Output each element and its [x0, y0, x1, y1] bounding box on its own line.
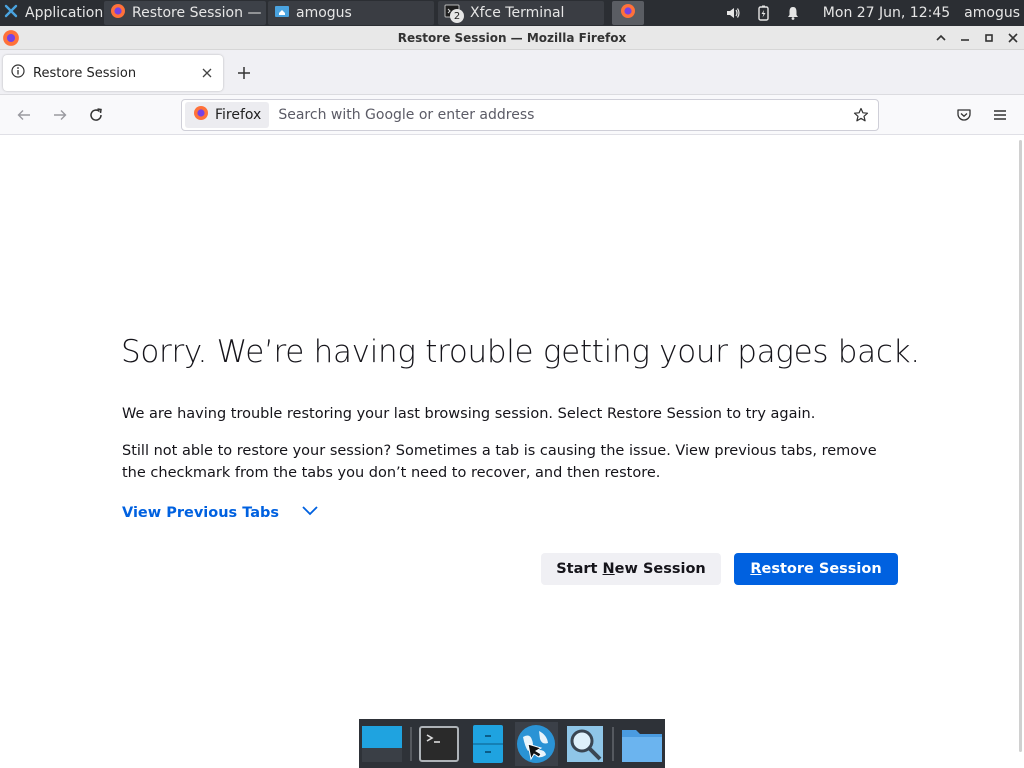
tab-label: Restore Session: [33, 65, 137, 81]
dock-separator: [612, 726, 615, 761]
url-input[interactable]: [278, 107, 849, 123]
view-previous-tabs-toggle[interactable]: View Previous Tabs: [122, 505, 319, 521]
plus-icon: [238, 67, 250, 79]
error-description: We are having trouble restoring your las…: [122, 406, 816, 422]
dock-item-show-desktop[interactable]: [361, 722, 404, 766]
navigation-toolbar: Firefox: [0, 95, 1024, 135]
hamburger-menu-icon: [994, 110, 1006, 120]
system-tray: Mon 27 Jun, 12:45 amogus: [725, 5, 1024, 21]
firefox-icon: [193, 105, 209, 125]
globe-icon: [517, 724, 556, 763]
file-cabinet-icon: [472, 724, 503, 763]
close-icon[interactable]: [1006, 31, 1020, 45]
window-controls: [934, 26, 1020, 50]
magnifier-icon: [567, 725, 604, 762]
volume-icon[interactable]: [725, 5, 741, 21]
taskbar-item-label: Restore Session — ...: [132, 5, 266, 21]
dock-item-search[interactable]: [564, 722, 607, 766]
home-folder-icon: [274, 3, 290, 23]
window-titlebar[interactable]: Restore Session — Mozilla Firefox: [0, 26, 1024, 50]
folder-icon: [621, 729, 662, 762]
dock: [359, 719, 665, 768]
show-desktop-icon: [362, 725, 403, 762]
reload-icon: [90, 108, 102, 121]
notification-bell-icon[interactable]: [785, 5, 801, 21]
user-name[interactable]: amogus: [964, 5, 1020, 21]
error-help-text: Still not able to restore your session? …: [122, 443, 877, 481]
info-icon: [11, 64, 25, 82]
maximize-up-icon[interactable]: [934, 31, 948, 45]
taskbar-item-terminal[interactable]: 2 Xfce Terminal: [438, 1, 604, 25]
tab-restore-session[interactable]: Restore Session: [3, 55, 223, 91]
taskbar-item-label: amogus: [296, 5, 352, 21]
identity-label: Firefox: [215, 107, 262, 123]
back-button[interactable]: [12, 103, 36, 127]
applications-menu-label: Applications: [25, 5, 104, 21]
pocket-icon: [957, 109, 971, 121]
identity-box[interactable]: Firefox: [185, 102, 270, 128]
taskbar-item-amogus[interactable]: amogus: [268, 1, 434, 25]
clock[interactable]: Mon 27 Jun, 12:45: [823, 5, 950, 21]
taskbar-item-firefox[interactable]: Restore Session — ...: [104, 1, 266, 25]
top-panel: Applications Restore Session — ... amogu…: [0, 0, 1024, 26]
tab-close-icon[interactable]: [199, 65, 215, 81]
page-title: Sorry. We’re having trouble getting your…: [121, 334, 920, 370]
terminal-icon: [418, 725, 459, 762]
dock-item-terminal[interactable]: [418, 722, 461, 766]
battery-icon[interactable]: [755, 5, 771, 21]
window-title: Restore Session — Mozilla Firefox: [397, 30, 627, 45]
reload-button[interactable]: [84, 103, 108, 127]
dock-separator: [409, 726, 412, 761]
scrollbar[interactable]: [1019, 140, 1022, 752]
dock-item-web-browser[interactable]: [515, 721, 558, 766]
taskbar-item-firefox-preview[interactable]: [612, 1, 644, 25]
arrow-right-icon: [54, 110, 67, 120]
restore-session-button[interactable]: Restore Session: [734, 553, 898, 585]
bookmark-star-button[interactable]: [849, 103, 873, 127]
firefox-icon: [110, 3, 126, 23]
xfce-logo-icon: [3, 3, 19, 23]
tab-strip: Restore Session: [0, 50, 1024, 95]
applications-menu-button[interactable]: Applications: [0, 0, 104, 26]
firefox-icon: [2, 29, 20, 50]
minimize-icon[interactable]: [958, 31, 972, 45]
dock-item-file-manager[interactable]: [466, 722, 509, 766]
app-menu-button[interactable]: [988, 103, 1012, 127]
chevron-down-icon: [301, 505, 319, 521]
address-bar[interactable]: Firefox: [181, 99, 879, 131]
new-tab-button[interactable]: [232, 61, 256, 85]
task-count-badge: 2: [450, 9, 464, 23]
pocket-button[interactable]: [952, 103, 976, 127]
forward-button[interactable]: [48, 103, 72, 127]
view-previous-tabs-label: View Previous Tabs: [122, 505, 280, 521]
taskbar-item-label: Xfce Terminal: [470, 5, 565, 21]
terminal-icon: 2: [444, 3, 464, 23]
maximize-icon[interactable]: [982, 31, 996, 45]
dock-item-folder[interactable]: [620, 722, 663, 766]
firefox-icon: [620, 3, 636, 23]
start-new-session-button[interactable]: Start New Session: [541, 553, 721, 585]
arrow-left-icon: [17, 110, 30, 120]
star-icon: [853, 107, 869, 122]
page-content: Sorry. We’re having trouble getting your…: [0, 136, 1024, 768]
